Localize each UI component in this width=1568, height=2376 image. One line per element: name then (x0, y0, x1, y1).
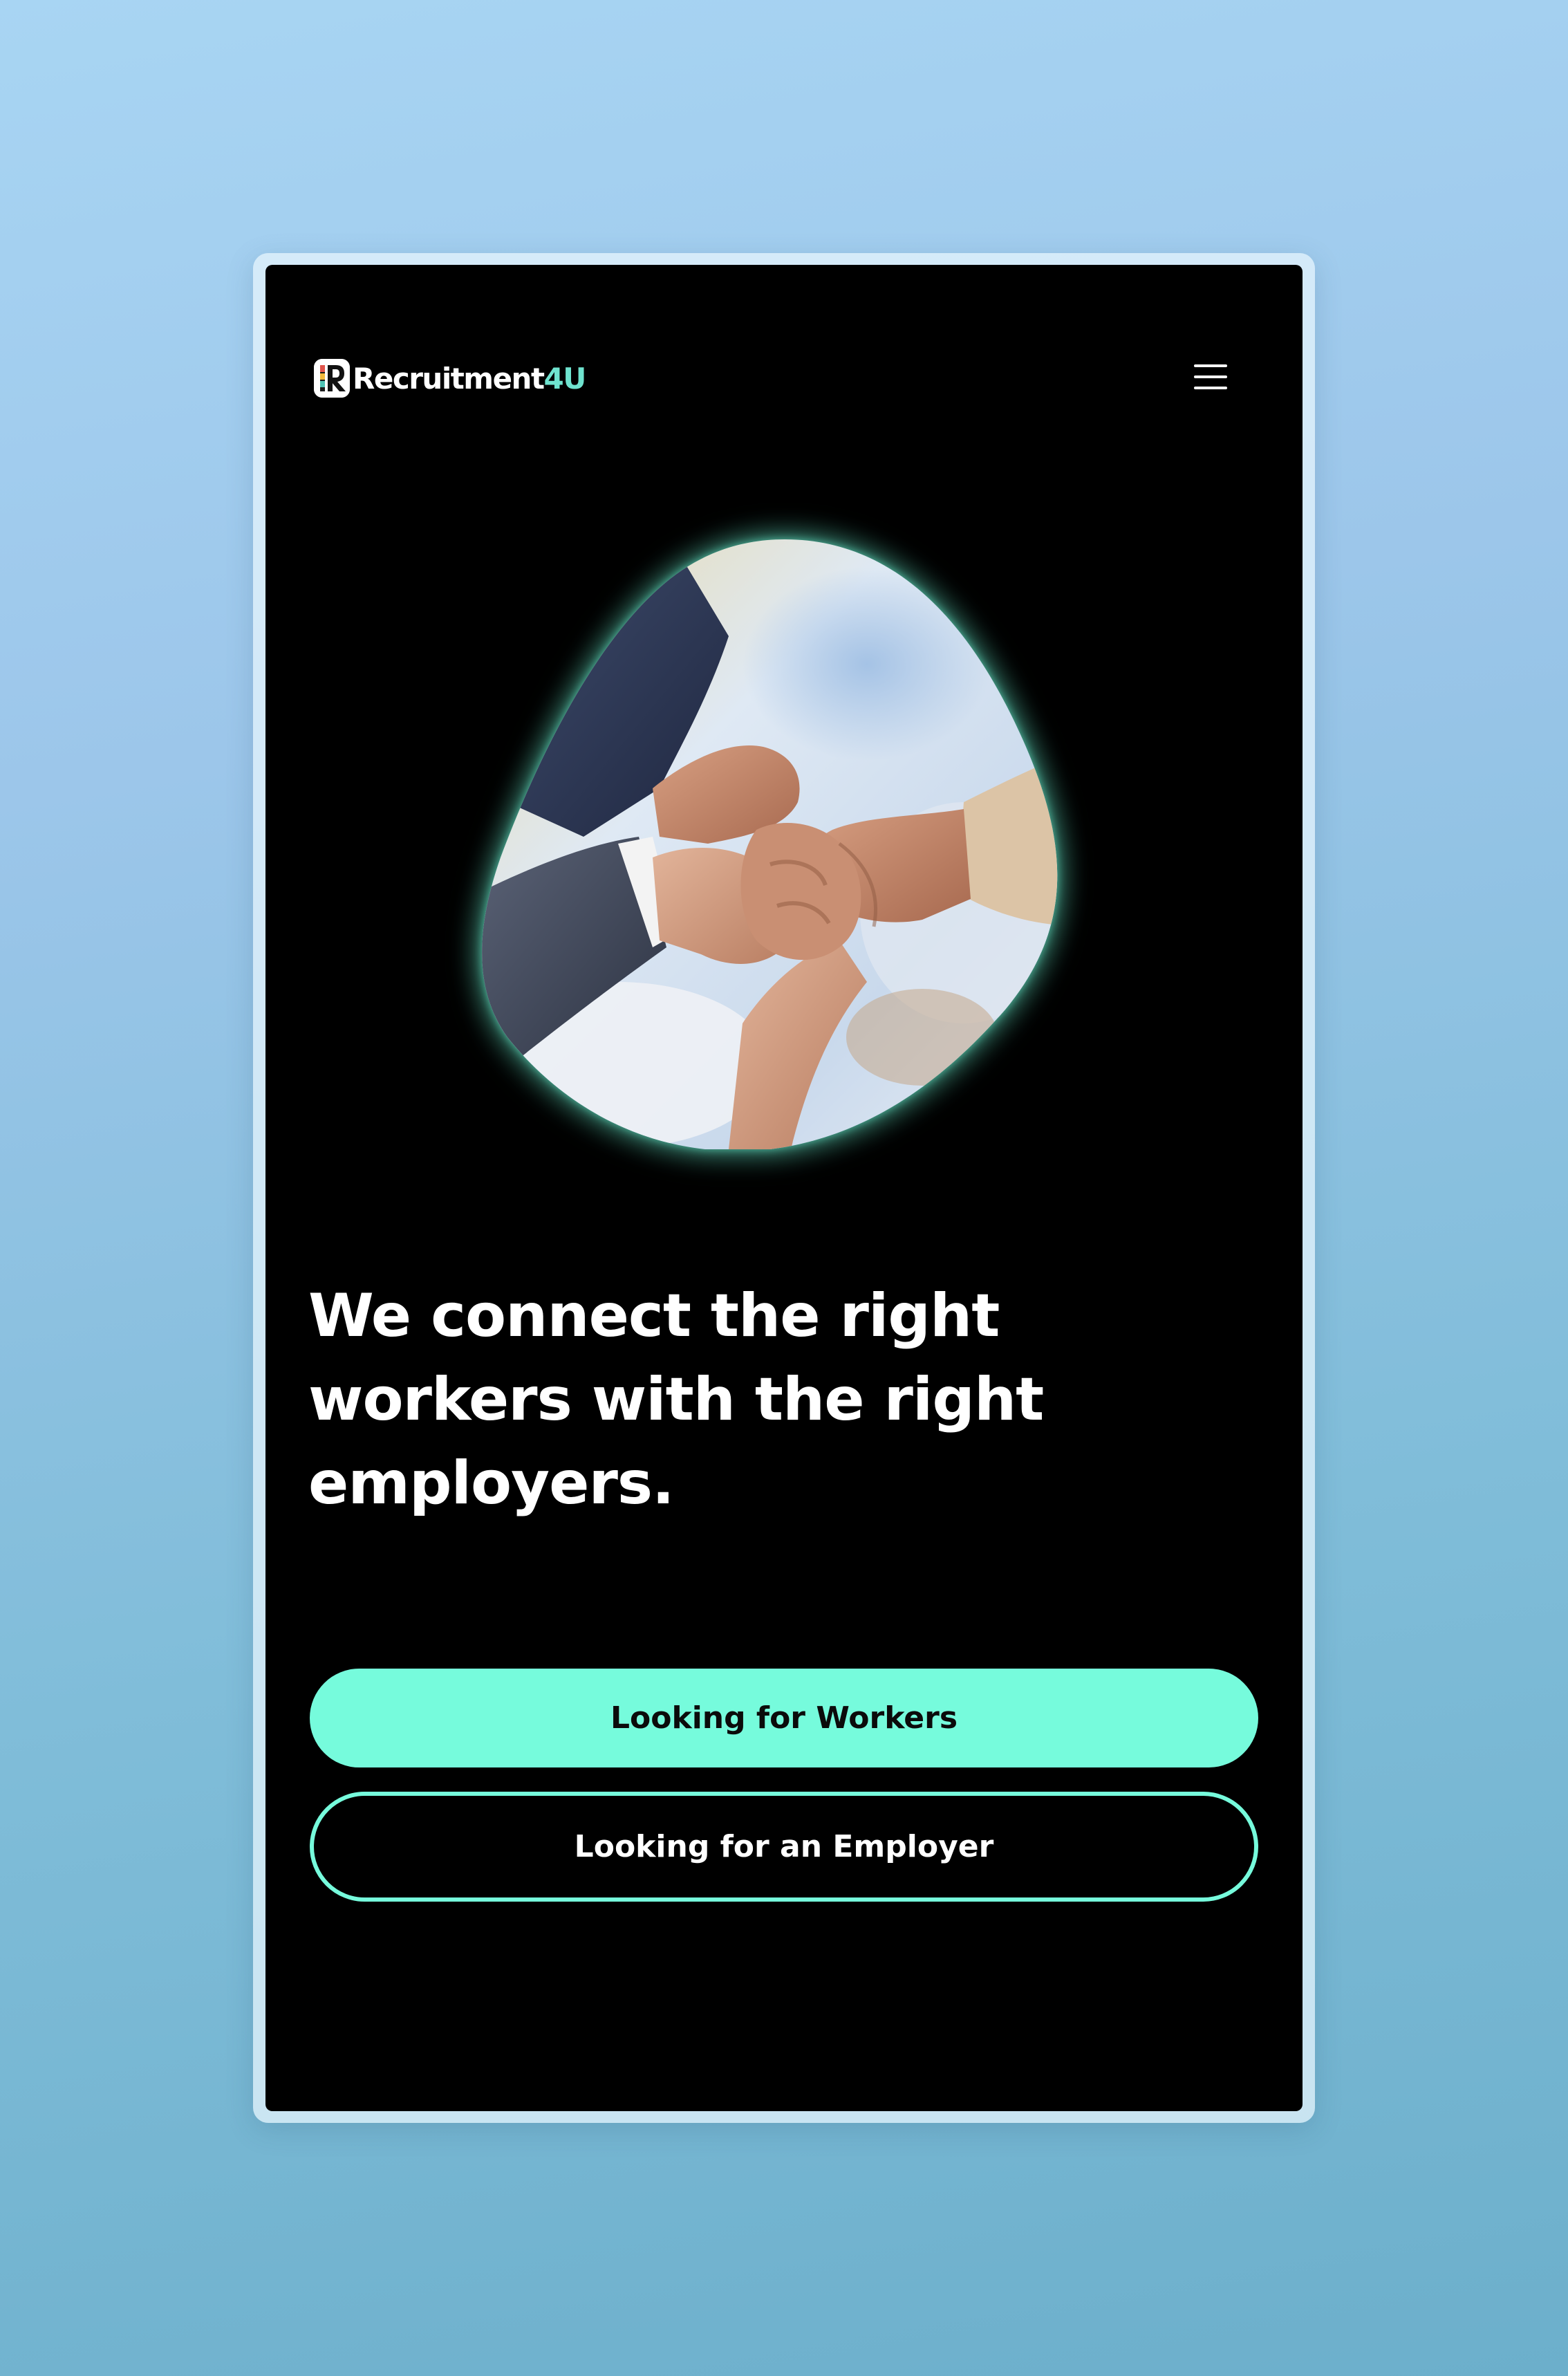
logo-accent-text: 4U (543, 361, 587, 396)
looking-for-workers-button[interactable]: Looking for Workers (310, 1669, 1258, 1767)
hero-headline: We connect the right workers with the ri… (308, 1281, 1044, 1518)
looking-for-employer-button[interactable]: Looking for an Employer (310, 1792, 1258, 1902)
logo-mark-icon (314, 359, 350, 398)
hamburger-menu-icon (1194, 364, 1227, 389)
mobile-screen: Recruitment4U We connect the right worke… (265, 265, 1303, 2111)
menu-button[interactable] (1185, 355, 1236, 399)
logo-wordmark: Recruitment4U (353, 362, 586, 396)
brand-logo[interactable]: Recruitment4U (314, 358, 586, 399)
hero-image (480, 539, 1090, 1149)
logo-text: Recruitment (353, 361, 545, 396)
